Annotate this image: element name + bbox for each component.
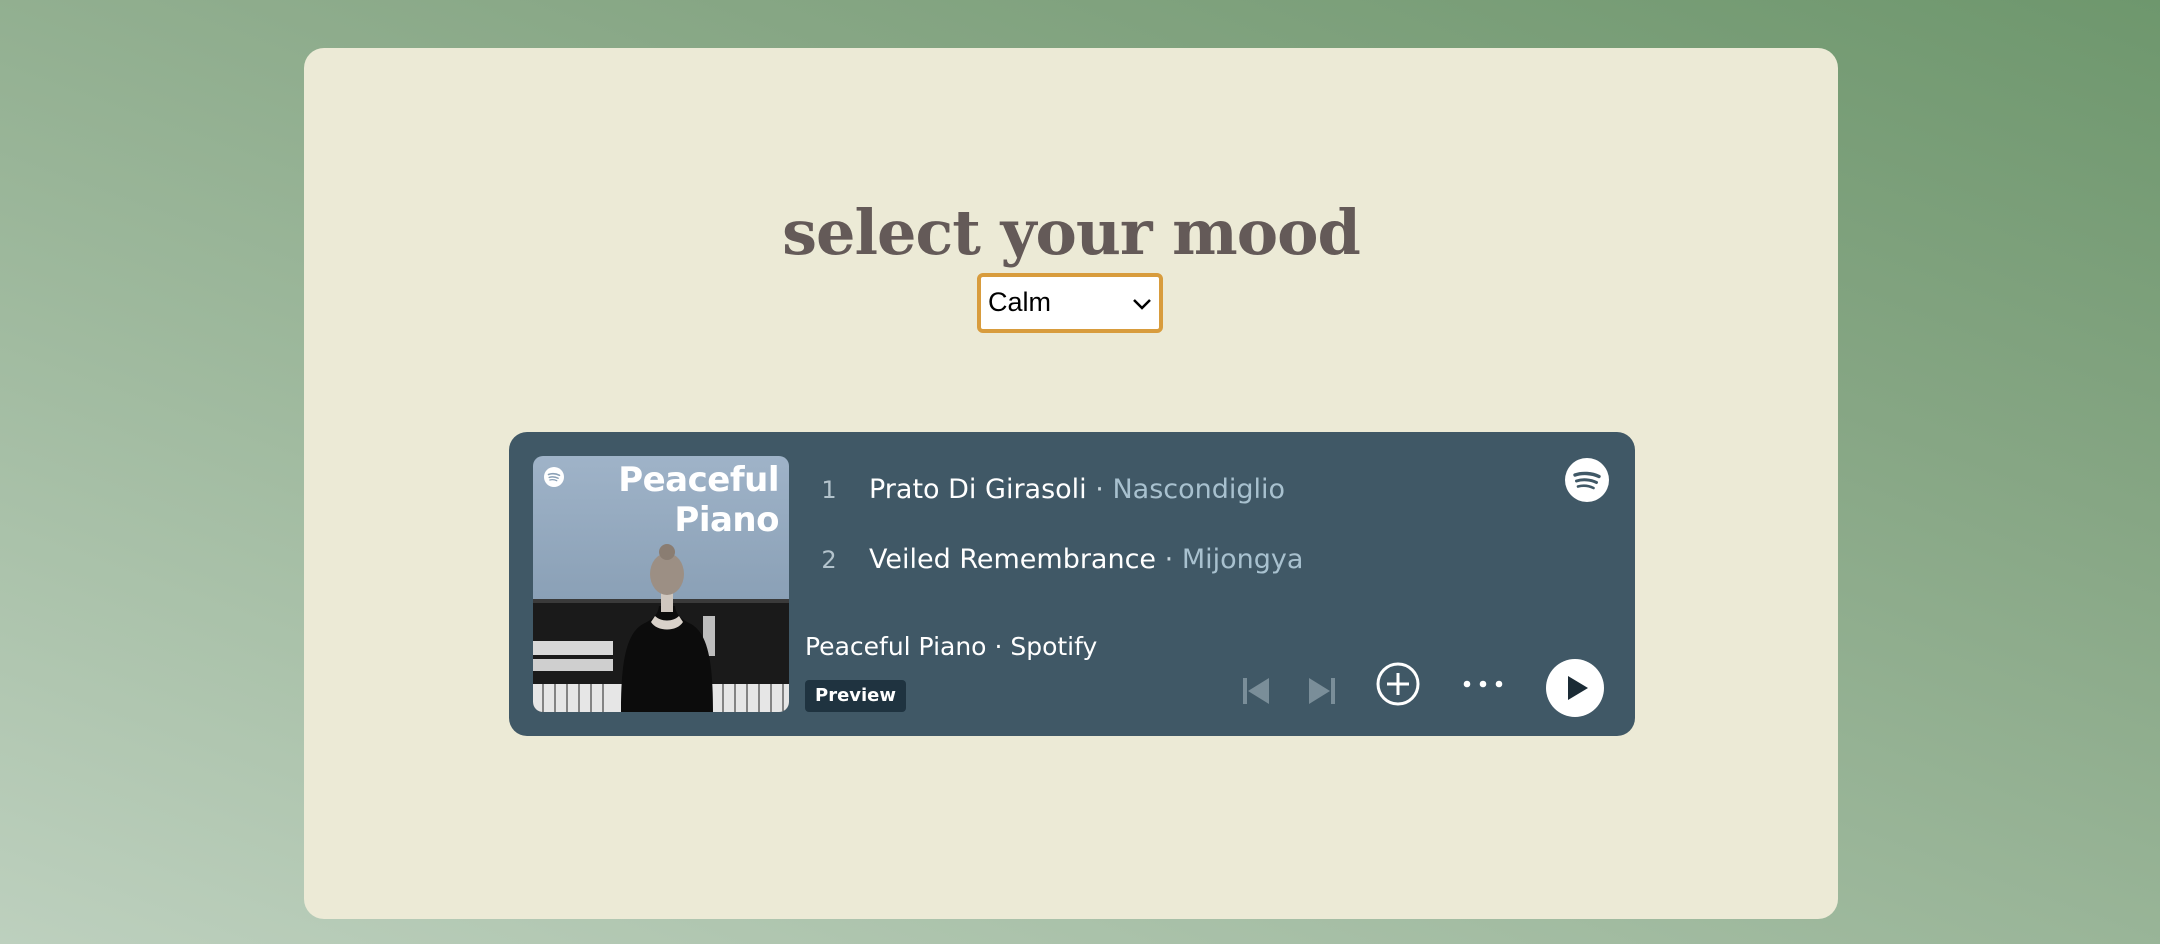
track-artist[interactable]: Nascondiglio (1112, 474, 1285, 505)
separator: · (1164, 544, 1174, 575)
add-icon[interactable] (1375, 661, 1421, 707)
page-title: select your mood (782, 196, 1361, 269)
play-icon[interactable] (1545, 658, 1605, 718)
spotify-icon[interactable] (1565, 458, 1609, 502)
track-number: 1 (821, 476, 837, 504)
spotify-embed-player: Peaceful Piano 1 Prato Di Girasoli · Nas… (509, 432, 1635, 736)
separator: · (1095, 474, 1104, 505)
preview-badge: Preview (805, 680, 907, 712)
playlist-meta: Peaceful Piano · Spotify (805, 632, 1097, 661)
separator: · (994, 632, 1003, 661)
track-artist[interactable]: Mijongya (1182, 544, 1304, 575)
track-title[interactable]: Veiled Remembrance (869, 544, 1156, 575)
track-line: Prato Di Girasoli · Nascondiglio (869, 474, 1285, 505)
track-line: Veiled Remembrance · Mijongya (869, 544, 1303, 575)
chevron-down-icon (1133, 299, 1151, 310)
spotify-mini-icon (544, 467, 564, 487)
track-title[interactable]: Prato Di Girasoli (869, 474, 1087, 505)
track-number: 2 (821, 546, 837, 574)
cover-title: Peaceful Piano (579, 460, 779, 540)
playlist-cover[interactable]: Peaceful Piano (533, 456, 789, 712)
playlist-name[interactable]: Peaceful Piano (805, 632, 986, 661)
next-icon[interactable] (1307, 676, 1337, 706)
playlist-owner[interactable]: Spotify (1010, 632, 1097, 661)
previous-icon[interactable] (1241, 676, 1271, 706)
track-row[interactable]: 1 Prato Di Girasoli · Nascondiglio (809, 472, 1569, 512)
cover-title-line1: Peaceful (618, 460, 779, 500)
more-icon[interactable] (1461, 677, 1505, 691)
mood-select[interactable]: Calm (977, 273, 1163, 333)
track-row[interactable]: 2 Veiled Remembrance · Mijongya (809, 542, 1569, 582)
cover-title-line2: Piano (674, 500, 779, 540)
mood-select-value: Calm (988, 287, 1052, 317)
